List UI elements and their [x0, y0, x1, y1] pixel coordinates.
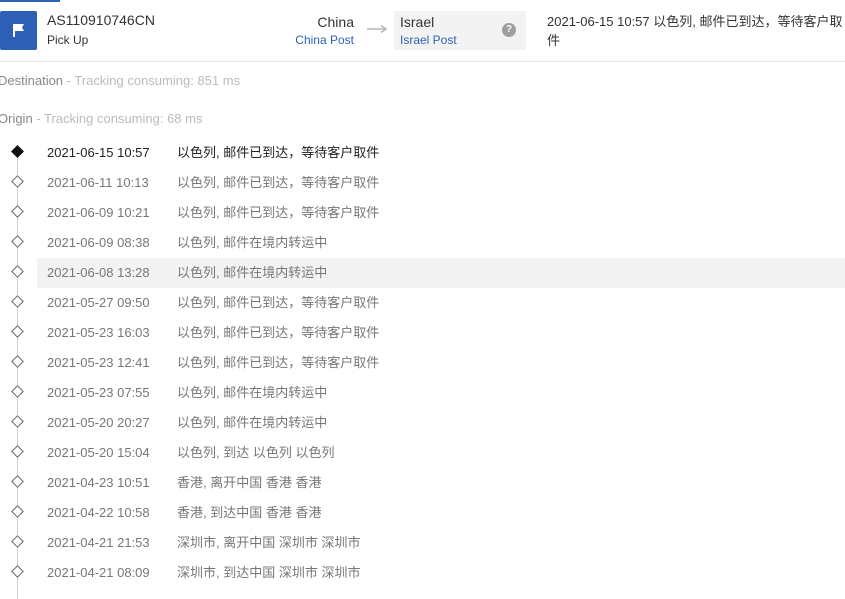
question-circle-icon[interactable]: ? [502, 23, 516, 37]
event-description: 香港, 离开中国 香港 香港 [177, 475, 322, 490]
event-row: 2021-05-20 15:04 以色列, 到达 以色列 以色列 [37, 438, 845, 468]
event-description: 以色列, 邮件在境内转运中 [177, 235, 328, 250]
event-row: 2021-05-23 16:03 以色列, 邮件已到达，等待客户取件 [37, 318, 845, 348]
flag-icon [12, 24, 24, 37]
diamond-outline-icon [11, 265, 24, 278]
destination-tracking-info: - Tracking consuming: 851 ms [63, 73, 241, 88]
shipment-header: AS110910746CN Pick Up China China Post I… [0, 0, 845, 62]
event-description: 以色列, 邮件在境内转运中 [177, 265, 328, 280]
event-time: 2021-04-21 21:53 [47, 535, 150, 550]
event-description: 香港, 到达中国 香港 香港 [177, 505, 322, 520]
event-time: 2021-04-22 10:58 [47, 505, 150, 520]
diamond-outline-icon [11, 355, 24, 368]
latest-event: 2021-06-15 10:57 以色列, 邮件已到达，等待客户取件 [547, 14, 843, 48]
event-time: 2021-05-20 20:27 [47, 415, 150, 430]
diamond-outline-icon [11, 295, 24, 308]
event-row: 2021-06-09 10:21 以色列, 邮件已到达，等待客户取件 [37, 198, 845, 228]
event-row: 2021-06-09 08:38 以色列, 邮件在境内转运中 [37, 228, 845, 258]
origin-section-header[interactable]: Origin - Tracking consuming: 68 ms [0, 111, 202, 126]
status-flag-badge [0, 11, 37, 50]
diamond-outline-icon [11, 235, 24, 248]
event-row: 2021-04-22 10:58 香港, 到达中国 香港 香港 [37, 498, 845, 528]
event-row: 2021-05-23 12:41 以色列, 邮件已到达，等待客户取件 [37, 348, 845, 378]
event-time: 2021-05-27 09:50 [47, 295, 150, 310]
destination-country: Israel [400, 14, 435, 30]
arrow-right-icon [367, 24, 388, 34]
event-row: 2021-04-21 21:53 深圳市, 离开中国 深圳市 深圳市 [37, 528, 845, 558]
event-description: 以色列, 邮件在境内转运中 [177, 385, 328, 400]
event-row: 2021-06-08 13:28 以色列, 邮件在境内转运中 [37, 258, 845, 288]
event-row: 2021-06-11 10:13 以色列, 邮件已到达，等待客户取件 [37, 168, 845, 198]
event-time: 2021-06-09 08:38 [47, 235, 150, 250]
destination-section-header[interactable]: Destination - Tracking consuming: 851 ms [0, 73, 240, 88]
event-time: 2021-04-23 10:51 [47, 475, 150, 490]
event-time: 2021-06-11 10:13 [47, 175, 149, 190]
diamond-outline-icon [11, 205, 24, 218]
event-time: 2021-05-20 15:04 [47, 445, 150, 460]
event-description: 以色列, 邮件已到达，等待客户取件 [177, 295, 380, 310]
event-description: 以色列, 邮件已到达，等待客户取件 [177, 325, 380, 340]
event-description: 以色列, 到达 以色列 以色列 [177, 445, 335, 460]
event-time: 2021-06-09 10:21 [47, 205, 150, 220]
destination-carrier-link[interactable]: Israel Post [400, 33, 457, 47]
event-row: 2021-04-21 08:09 深圳市, 到达中国 深圳市 深圳市 [37, 558, 845, 588]
diamond-outline-icon [11, 325, 24, 338]
status-label: Pick Up [47, 33, 89, 47]
origin-country: China [317, 14, 354, 30]
event-row: 2021-05-23 07:55 以色列, 邮件在境内转运中 [37, 378, 845, 408]
diamond-outline-icon [11, 385, 24, 398]
event-time: 2021-04-21 08:09 [47, 565, 150, 580]
event-row: 2021-06-15 10:57 以色列, 邮件已到达，等待客户取件 [37, 138, 845, 168]
event-row: 2021-05-20 20:27 以色列, 邮件在境内转运中 [37, 408, 845, 438]
destination-section-name: Destination [0, 73, 64, 88]
diamond-outline-icon [11, 175, 24, 188]
event-time: 2021-05-23 16:03 [47, 325, 150, 340]
event-description: 以色列, 邮件已到达，等待客户取件 [177, 355, 380, 370]
diamond-outline-icon [11, 565, 24, 578]
origin-tracking-info: - Tracking consuming: 68 ms [32, 111, 203, 126]
event-time: 2021-05-23 07:55 [47, 385, 150, 400]
destination-panel: Israel Israel Post ? [394, 11, 526, 50]
event-description: 深圳市, 离开中国 深圳市 深圳市 [177, 535, 361, 550]
origin-carrier-link[interactable]: China Post [295, 33, 354, 47]
tracking-number[interactable]: AS110910746CN [47, 12, 155, 28]
event-description: 以色列, 邮件在境内转运中 [177, 415, 328, 430]
timeline-line [17, 152, 18, 599]
event-description: 以色列, 邮件已到达，等待客户取件 [177, 175, 380, 190]
diamond-filled-icon [11, 145, 24, 158]
origin-section-name: Origin [0, 111, 33, 126]
diamond-outline-icon [11, 505, 24, 518]
event-time: 2021-06-08 13:28 [47, 265, 150, 280]
event-row: 2021-04-23 10:51 香港, 离开中国 香港 香港 [37, 468, 845, 498]
event-description: 以色列, 邮件已到达，等待客户取件 [177, 145, 380, 160]
event-time: 2021-06-15 10:57 [47, 145, 150, 160]
diamond-outline-icon [11, 445, 24, 458]
event-description: 深圳市, 到达中国 深圳市 深圳市 [177, 565, 361, 580]
event-description: 以色列, 邮件已到达，等待客户取件 [177, 205, 380, 220]
diamond-outline-icon [11, 475, 24, 488]
event-time: 2021-05-23 12:41 [47, 355, 150, 370]
diamond-outline-icon [11, 415, 24, 428]
event-row: 2021-05-27 09:50 以色列, 邮件已到达，等待客户取件 [37, 288, 845, 318]
diamond-outline-icon [11, 535, 24, 548]
